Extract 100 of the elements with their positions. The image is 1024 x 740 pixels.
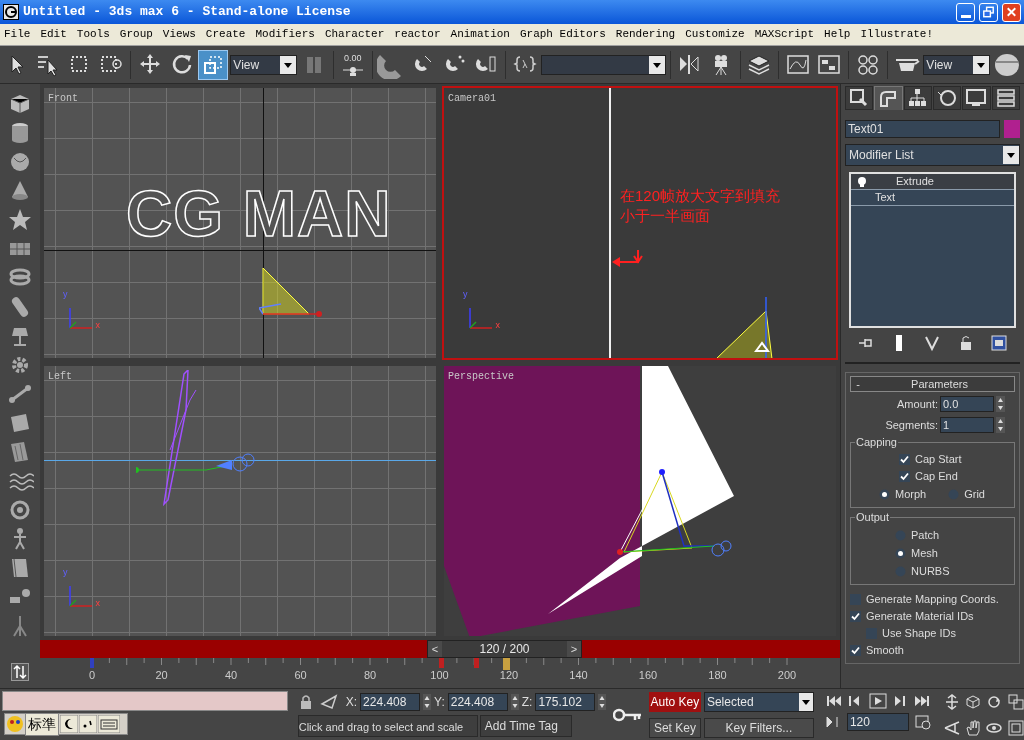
- previous-frame-button[interactable]: <: [428, 640, 442, 658]
- radio-button[interactable]: [879, 488, 890, 500]
- spinner-arrows-icon[interactable]: [598, 694, 607, 710]
- key-mode-dropdown[interactable]: Selected: [703, 692, 814, 712]
- zoom-extents-icon[interactable]: [1006, 693, 1024, 711]
- rack-icon: [994, 87, 1017, 109]
- field-of-view-icon[interactable]: [942, 718, 961, 737]
- panel-tab[interactable]: [991, 86, 1020, 110]
- checkbox-label: Generate Material IDs: [866, 609, 974, 625]
- key-icon[interactable]: [612, 707, 643, 722]
- menu-item[interactable]: Views: [161, 26, 197, 43]
- stack-item-label: Text: [875, 190, 896, 206]
- maximize-viewport-icon[interactable]: [1006, 718, 1024, 737]
- view-dropdown[interactable]: View: [923, 54, 991, 75]
- number-field[interactable]: 0.0: [940, 396, 994, 413]
- menu-item[interactable]: Illustrate!: [859, 26, 935, 43]
- dropdown-value: Selected: [705, 694, 755, 711]
- ime-logo-icon[interactable]: [6, 715, 24, 733]
- vertex-icon[interactable]: [923, 334, 942, 352]
- auto-key-button[interactable]: Auto Key: [648, 692, 701, 712]
- menu-item[interactable]: Group: [118, 26, 154, 43]
- menu-item[interactable]: Rendering: [614, 26, 677, 43]
- viewport-label[interactable]: Front: [48, 91, 78, 106]
- viewport[interactable]: Perspective: [442, 364, 838, 638]
- script-listener-field[interactable]: [2, 691, 288, 711]
- coordinate-field[interactable]: 224.408: [360, 693, 421, 711]
- key-filters-button[interactable]: Key Filters...: [703, 717, 814, 738]
- checkbox[interactable]: [899, 454, 910, 465]
- object-color-swatch[interactable]: [1004, 120, 1020, 138]
- selection-set-field[interactable]: [541, 54, 666, 75]
- viewport[interactable]: CG MAN Front y x: [42, 86, 438, 360]
- viewport-label[interactable]: Left: [48, 369, 72, 384]
- viewport[interactable]: 在120帧放大文字到填充 小于一半画面 Camera01 y x: [442, 86, 838, 360]
- caret-icon: [1003, 146, 1019, 164]
- restore-button[interactable]: [979, 2, 998, 22]
- spinner-arrows-icon[interactable]: [996, 396, 1005, 413]
- modifier-list-dropdown[interactable]: Modifier List: [845, 144, 1020, 166]
- spinner-arrows-icon[interactable]: [510, 694, 519, 710]
- panel-tab[interactable]: [962, 86, 991, 110]
- viewport-label[interactable]: Perspective: [448, 369, 514, 384]
- snap-label: 0.00: [343, 52, 362, 63]
- object-name-field[interactable]: Text01: [845, 120, 1000, 138]
- pan-hand-icon[interactable]: [964, 718, 983, 737]
- spinner-arrows-icon[interactable]: [996, 416, 1005, 433]
- checkbox[interactable]: [850, 645, 861, 656]
- panel-tab[interactable]: [874, 86, 903, 110]
- frame-number: 60: [294, 670, 307, 681]
- menu-item[interactable]: MAXScript: [753, 26, 816, 43]
- menu-item[interactable]: File: [3, 26, 32, 43]
- coordinate-field[interactable]: 175.102: [535, 693, 596, 711]
- go-to-start-icon[interactable]: [824, 693, 843, 709]
- moon-icon[interactable]: [60, 715, 78, 733]
- checkbox[interactable]: [899, 471, 910, 482]
- menu-item[interactable]: Customize: [684, 26, 746, 43]
- toolbar-button[interactable]: [198, 49, 229, 80]
- checkbox[interactable]: [850, 611, 861, 622]
- selection-mode-icon[interactable]: [319, 694, 340, 710]
- window-title: Untitled - 3ds max 6 - Stand-alone License: [23, 3, 352, 22]
- time-config-icon[interactable]: [914, 714, 931, 730]
- menu-item[interactable]: Tools: [75, 26, 111, 43]
- coordinate-label: Z:: [521, 694, 533, 711]
- viewport[interactable]: Left y x: [42, 364, 438, 638]
- radio-label: Mesh: [911, 545, 938, 561]
- time-slider[interactable]: < 120 / 200 >: [427, 640, 582, 658]
- next-frame-button[interactable]: >: [567, 640, 581, 658]
- punctuation-icon[interactable]: [79, 715, 97, 733]
- close-button[interactable]: [1002, 2, 1021, 22]
- current-frame-field[interactable]: 120: [846, 713, 909, 731]
- set-key-button[interactable]: Set Key: [648, 717, 701, 738]
- panel-tab[interactable]: [903, 86, 932, 110]
- group-title: Capping: [855, 435, 898, 449]
- coordinate-field[interactable]: 224.408: [447, 693, 508, 711]
- menu-item[interactable]: Graph Editors: [518, 26, 607, 43]
- number-field[interactable]: 1: [940, 416, 994, 433]
- go-to-end-icon[interactable]: [912, 693, 931, 709]
- menu-item[interactable]: Create: [204, 26, 247, 43]
- panel-tab[interactable]: [933, 86, 962, 110]
- viewport-label[interactable]: Camera01: [448, 91, 496, 106]
- minimize-button[interactable]: [956, 2, 975, 22]
- up-down-arrows-icon[interactable]: [11, 663, 29, 681]
- cube-icon[interactable]: [964, 693, 983, 711]
- group-title: Output: [855, 510, 891, 524]
- stack-item[interactable]: Extrude: [851, 174, 1014, 190]
- spinner-arrows-icon[interactable]: [423, 694, 432, 710]
- menu-item[interactable]: Modifiers: [254, 26, 316, 43]
- menu-item[interactable]: Help: [823, 26, 852, 43]
- menu-item[interactable]: Animation: [449, 26, 511, 43]
- rollout-header[interactable]: - Parameters: [850, 376, 1015, 392]
- menu-item[interactable]: Character: [323, 26, 386, 43]
- radio-button[interactable]: [895, 547, 906, 559]
- axis-label: y: [63, 568, 68, 577]
- add-time-tag-button[interactable]: Add Time Tag: [479, 715, 572, 737]
- view-dropdown[interactable]: View: [230, 54, 298, 75]
- panel-tab[interactable]: [845, 86, 874, 110]
- play-icon[interactable]: [868, 693, 887, 709]
- stack-item[interactable]: Text: [851, 190, 1014, 206]
- menu-item[interactable]: reactor: [393, 26, 442, 43]
- light-bulb-icon[interactable]: [856, 175, 868, 188]
- scene-text-outline: CG MAN: [126, 182, 392, 246]
- menu-item[interactable]: Edit: [39, 26, 68, 43]
